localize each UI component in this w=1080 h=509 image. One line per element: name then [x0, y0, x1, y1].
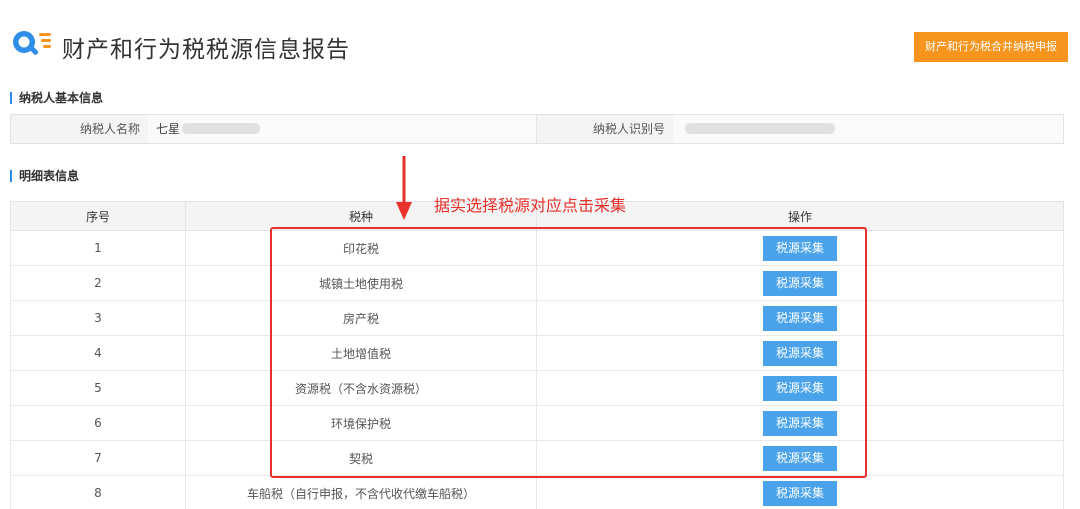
table-row: 8 车船税（自行申报，不含代收代缴车船税） 税源采集: [10, 475, 1064, 509]
taxpayer-section-title: 纳税人基本信息: [10, 92, 103, 104]
taxpayer-name-value: 七星: [148, 115, 536, 143]
detail-section-title: 明细表信息: [10, 170, 79, 182]
column-header-no: 序号: [10, 201, 186, 231]
row-number: 1: [10, 230, 186, 266]
taxpayer-name-label: 纳税人名称: [11, 115, 148, 143]
row-tax-type: 车船税（自行申报，不含代收代缴车船税）: [185, 475, 537, 509]
row-number: 3: [10, 300, 186, 336]
annotation-text: 据实选择税源对应点击采集: [434, 196, 627, 215]
row-number: 8: [10, 475, 186, 509]
page-title: 财产和行为税税源信息报告: [62, 37, 350, 63]
taxpayer-name-text: 七星: [156, 122, 181, 136]
row-number: 5: [10, 370, 186, 406]
row-action-cell: 税源采集: [536, 475, 1064, 509]
down-arrow-icon: [396, 156, 412, 220]
page-header: 财产和行为税税源信息报告 财产和行为税合并纳税申报: [10, 24, 1070, 64]
taxpayer-id-value: [673, 115, 1063, 143]
row-number: 7: [10, 440, 186, 476]
redacted-block: [685, 123, 835, 134]
search-logo-icon: [13, 31, 51, 55]
merge-declaration-button[interactable]: 财产和行为税合并纳税申报: [914, 32, 1068, 62]
row-number: 2: [10, 265, 186, 301]
row-number: 6: [10, 405, 186, 441]
row-number: 4: [10, 335, 186, 371]
highlight-box: [270, 227, 867, 478]
taxpayer-id-label: 纳税人识别号: [536, 115, 673, 143]
redacted-block: [182, 123, 260, 134]
taxpayer-info-table: 纳税人名称 七星 纳税人识别号: [10, 114, 1064, 144]
collect-source-button[interactable]: 税源采集: [763, 480, 837, 506]
